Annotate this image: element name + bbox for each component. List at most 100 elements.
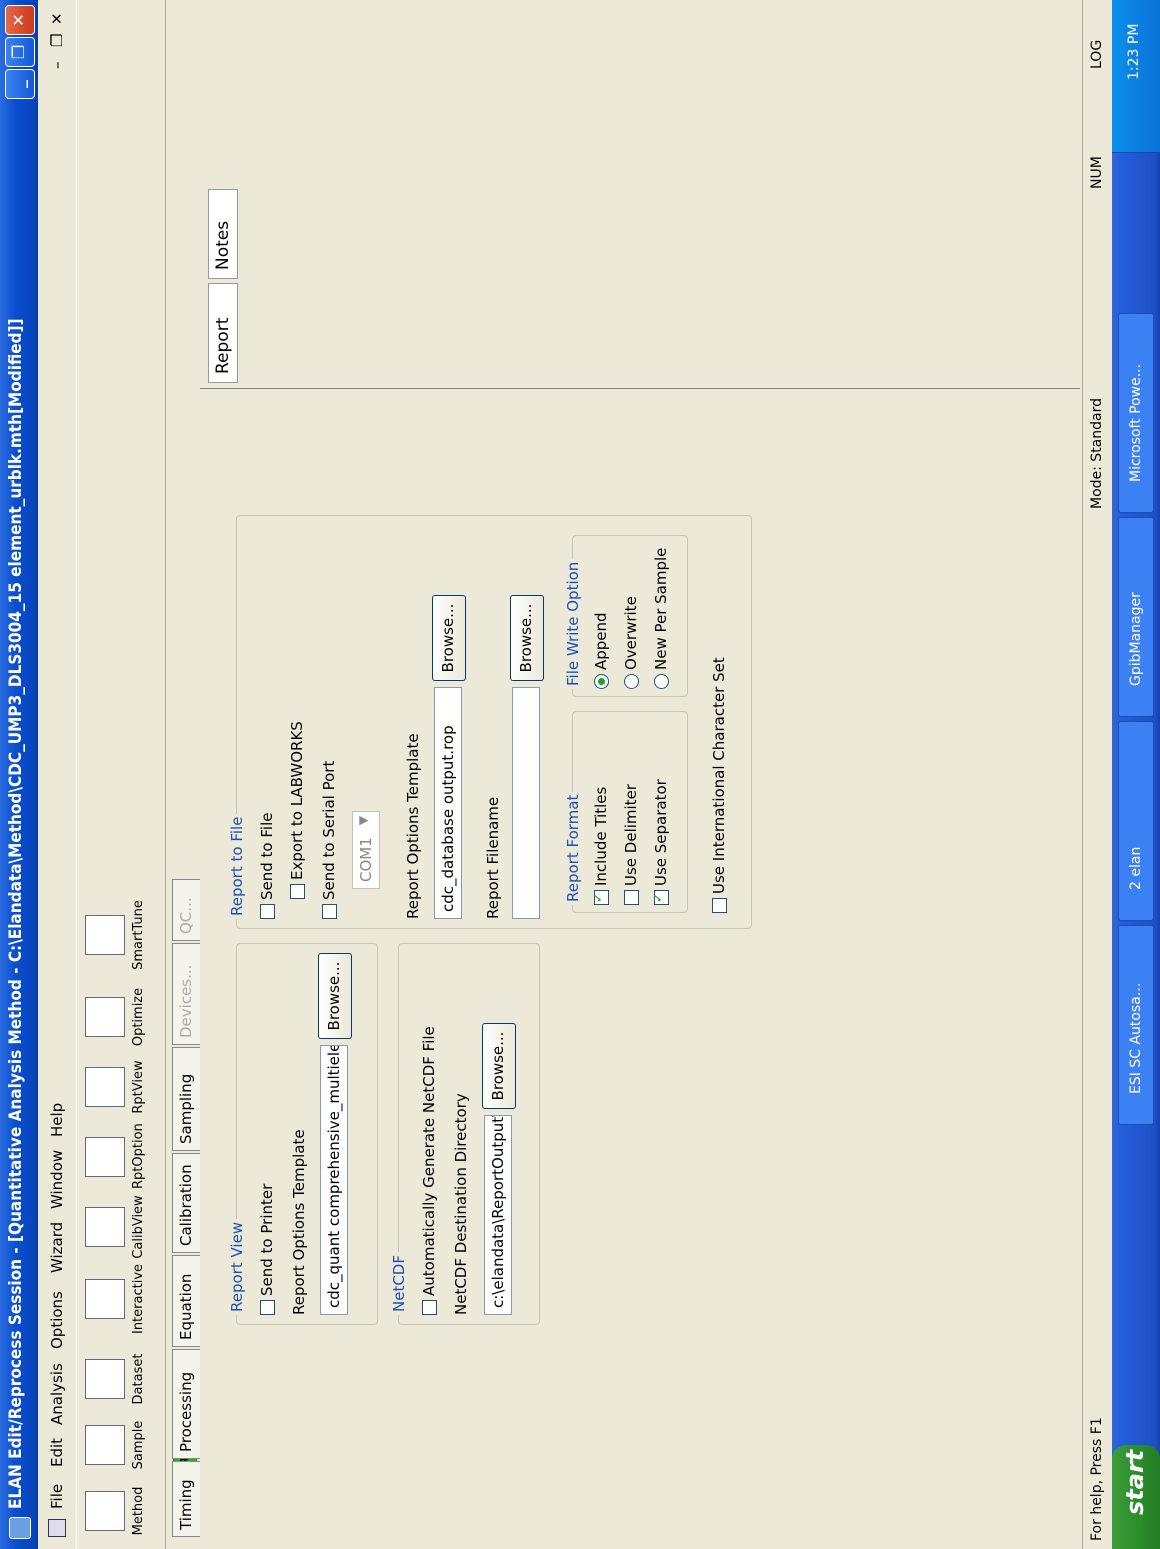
app-icon	[9, 1517, 31, 1539]
report-view-browse-button[interactable]: Browse...	[318, 953, 352, 1039]
output-panel	[200, 0, 1080, 389]
new-per-sample-radio[interactable]: New Per Sample	[652, 548, 670, 689]
toolbar-rptoption-button[interactable]: RptOption	[83, 1123, 161, 1189]
system-tray: 1:23 PM	[1112, 0, 1160, 153]
export-labworks-checkbox[interactable]: Export to LABWORKS	[288, 721, 306, 899]
include-titles-checkbox[interactable]: Include Titles	[592, 787, 610, 905]
toolbar-method-button[interactable]: Method	[83, 1479, 161, 1543]
send-to-file-checkbox[interactable]: Send to File	[258, 813, 276, 919]
report-view-label: Report View	[228, 1218, 246, 1315]
menu-options[interactable]: Options	[48, 1291, 66, 1349]
tab-notes[interactable]: Notes	[208, 189, 238, 279]
mode-status: Mode: Standard	[1089, 397, 1105, 509]
menu-edit[interactable]: Edit	[48, 1438, 66, 1467]
taskbar: start ESI SC Autosa... 2 elan GpibManage…	[1112, 0, 1160, 1549]
include-titles-label: Include Titles	[592, 786, 610, 886]
com-port-value: COM1	[357, 837, 375, 882]
mdi-minimize-button[interactable]: –	[48, 62, 66, 70]
task-esi-autosampler[interactable]: ESI SC Autosa...	[1118, 925, 1154, 1125]
overwrite-label: Overwrite	[622, 596, 640, 670]
tab-timing[interactable]: Timing	[172, 1461, 200, 1537]
report-view-template-input[interactable]: cdc_quant comprehensive_multielen	[320, 1045, 348, 1315]
overwrite-dot[interactable]	[624, 674, 639, 689]
toolbar-calibview-button[interactable]: CalibView	[83, 1195, 161, 1259]
toolbar-sample-button[interactable]: Sample	[83, 1413, 161, 1477]
mdi-close-button[interactable]: ✕	[48, 12, 66, 25]
menu-analysis[interactable]: Analysis	[48, 1363, 66, 1425]
num-status: NUM	[1089, 156, 1105, 189]
task-elan[interactable]: 2 elan	[1118, 721, 1154, 921]
interactive-icon	[85, 1279, 125, 1319]
send-to-printer-checkbox[interactable]: Send to Printer	[258, 1184, 276, 1315]
toolbar-dataset-label: Dataset	[131, 1353, 146, 1405]
screen: ELAN Edit/Reprocess Session - [Quantitat…	[0, 0, 1160, 1549]
report-format-label: Report Format	[564, 791, 582, 905]
tab-qc[interactable]: QC...	[172, 879, 200, 941]
rf-filename-label: Report Filename	[484, 796, 502, 919]
auto-netcdf-checkbox[interactable]: Automatically Generate NetCDF File	[420, 1026, 438, 1315]
close-button[interactable]: ✕	[5, 5, 35, 35]
right-tabs	[210, 1, 310, 81]
tab-devices[interactable]: Devices...	[172, 943, 200, 1045]
report-file-label: Report to File	[228, 813, 246, 919]
export-labworks-label: Export to LABWORKS	[288, 721, 306, 880]
export-labworks-box[interactable]	[290, 884, 305, 899]
tab-calibration[interactable]: Calibration	[172, 1153, 200, 1253]
task-gpibmanager[interactable]: GpibManager	[1118, 517, 1154, 717]
append-radio[interactable]: Append	[592, 612, 610, 689]
send-serial-box[interactable]	[322, 904, 337, 919]
send-serial-checkbox[interactable]: Send to Serial Port	[320, 761, 338, 919]
mdi-restore-button[interactable]: ❐	[48, 34, 66, 47]
menu-help[interactable]: Help	[48, 1103, 66, 1137]
quicklaunch-icons	[1126, 1131, 1146, 1431]
tab-equation[interactable]: Equation	[172, 1255, 200, 1347]
send-to-printer-box[interactable]	[260, 1300, 275, 1315]
tab-sampling[interactable]: Sampling	[172, 1047, 200, 1151]
toolbar-interactive-button[interactable]: Interactive	[83, 1261, 161, 1337]
menu-wizard[interactable]: Wizard	[48, 1222, 66, 1273]
restore-button[interactable]: ❐	[5, 37, 35, 67]
task-powerpoint[interactable]: Microsoft Powe...	[1118, 313, 1154, 513]
netcdf-browse-button[interactable]: Browse...	[482, 1023, 516, 1109]
use-delimiter-label: Use Delimiter	[622, 784, 640, 886]
toolbar-calibview-label: CalibView	[131, 1195, 146, 1259]
overwrite-radio[interactable]: Overwrite	[622, 596, 640, 689]
send-to-file-label: Send to File	[258, 812, 276, 900]
rptoption-icon	[85, 1137, 125, 1177]
toolbar-method-label: Method	[131, 1486, 146, 1536]
include-titles-box[interactable]	[594, 890, 609, 905]
auto-netcdf-box[interactable]	[422, 1300, 437, 1315]
start-button[interactable]: start	[1112, 1445, 1160, 1549]
use-separator-box[interactable]	[654, 890, 669, 905]
rf-filename-input[interactable]	[512, 687, 540, 919]
com-port-select[interactable]: COM1 ▼	[352, 811, 380, 889]
send-to-file-box[interactable]	[260, 904, 275, 919]
new-per-sample-label: New Per Sample	[652, 547, 670, 670]
toolbar-rptview-label: RptView	[131, 1060, 146, 1114]
toolbar-optimize-button[interactable]: Optimize	[83, 985, 161, 1049]
window-title: ELAN Edit/Reprocess Session - [Quantitat…	[6, 318, 26, 1509]
toolbar-rptview-button[interactable]: RptView	[83, 1055, 161, 1119]
calibview-icon	[85, 1207, 125, 1247]
use-separator-checkbox[interactable]: Use Separator	[652, 779, 670, 905]
minimize-button[interactable]: _	[5, 69, 35, 99]
rf-template-input[interactable]: cdc_database output.rop	[434, 687, 462, 919]
toolbar-dataset-button[interactable]: Dataset	[83, 1347, 161, 1411]
intl-charset-checkbox[interactable]: Use International Character Set	[710, 657, 728, 913]
flask-icon	[85, 1425, 125, 1465]
use-delimiter-box[interactable]	[624, 890, 639, 905]
menu-window[interactable]: Window	[48, 1150, 66, 1209]
use-delimiter-checkbox[interactable]: Use Delimiter	[622, 784, 640, 905]
toolbar-smarttune-button[interactable]: SmartTune	[83, 897, 161, 973]
append-dot[interactable]	[594, 674, 609, 689]
tab-report[interactable]: Report	[208, 283, 238, 383]
intl-charset-box[interactable]	[712, 898, 727, 913]
rf-template-browse-button[interactable]: Browse...	[432, 595, 466, 681]
toolbar-interactive-label: Interactive	[131, 1263, 146, 1335]
tab-processing[interactable]: Processing	[172, 1349, 200, 1459]
netcdf-dir-input[interactable]: c:\elandata\ReportOutput\	[484, 1115, 512, 1315]
auto-netcdf-label: Automatically Generate NetCDF File	[420, 1026, 438, 1296]
new-per-sample-dot[interactable]	[654, 674, 669, 689]
rf-filename-browse-button[interactable]: Browse...	[510, 595, 544, 681]
menu-file[interactable]: File	[48, 1484, 66, 1509]
